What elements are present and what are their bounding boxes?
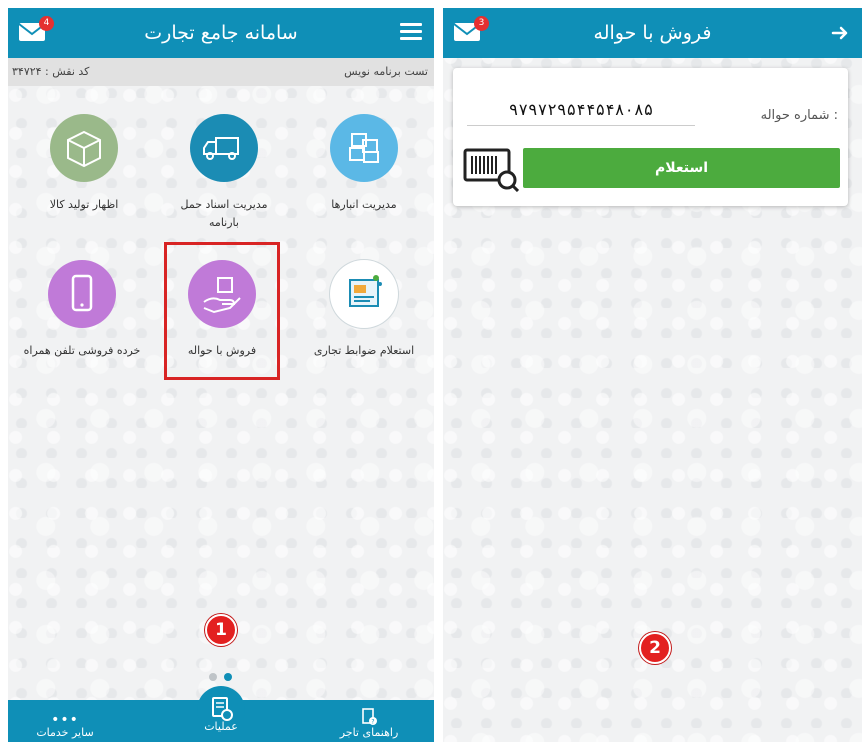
tile-warehouses[interactable]: مدیریت انبارها [304,114,424,214]
bottom-nav: ••• سایر خدمات عملیات ? راهنمای تاجر [8,686,434,742]
nav-label: عملیات [204,720,238,733]
tile-label: مدیریت انبارها [331,198,397,211]
more-dots-icon: ••• [51,712,79,728]
page-dot [209,673,217,681]
page-dot-active [224,673,233,681]
tile-label: خرده فروشی تلفن همراه [23,344,141,357]
mail-badge: 4 [39,16,54,31]
nav-merchant-guide[interactable]: ? راهنمای تاجر [324,708,414,739]
tile-shipping-docs[interactable]: مدیریت اسناد حمل بارنامه [164,114,284,232]
guide-icon: ? [324,708,414,726]
sale-title: فروش با حواله [593,22,712,44]
mobile-phone-icon [48,260,116,328]
step-badge-1: 1 [205,614,237,646]
remittance-card: شماره حواله : استعلام [453,68,848,206]
selected-tile-highlight [164,242,280,380]
barcode-scan-icon[interactable] [463,148,520,193]
step-badge-2: 2 [639,632,671,664]
nav-operations[interactable]: عملیات [176,720,266,739]
tile-production[interactable]: اظهار تولید کالا [24,114,144,214]
remittance-number-label: شماره حواله : [760,108,838,123]
role-code: کد نقش : ۳۴۷۲۴ [12,65,90,78]
mail-badge: 3 [474,16,489,31]
sale-header: فروش با حواله 3 [443,8,862,58]
package-icon [50,114,118,182]
tile-label: استعلام ضوابط تجاری [313,344,415,357]
back-arrow-icon[interactable] [830,23,850,43]
home-header: سامانه جامع تجارت 4 [8,8,434,58]
boxes-icon [330,114,398,182]
user-name: تست برنامه نویس [344,65,428,78]
tile-mobile-retail[interactable]: خرده فروشی تلفن همراه [22,260,142,360]
home-screen: سامانه جامع تجارت 4 تست برنامه نویس کد ن… [8,8,434,742]
remittance-number-input[interactable] [467,94,695,126]
menu-icon[interactable] [400,23,422,41]
nav-label: سایر خدمات [36,726,94,739]
tile-trade-rules[interactable]: استعلام ضوابط تجاری [304,260,424,360]
inquire-button[interactable]: استعلام [523,148,840,188]
tile-label: مدیریت اسناد حمل بارنامه [180,198,268,229]
tile-label: اظهار تولید کالا [49,198,119,211]
document-search-icon [330,260,398,328]
svg-text:?: ? [371,719,374,726]
sale-screen: فروش با حواله 3 شماره حواله : استعلام 2 [443,8,862,742]
user-info-bar: تست برنامه نویس کد نقش : ۳۴۷۲۴ [8,58,434,86]
nav-other-services[interactable]: ••• سایر خدمات [20,712,110,739]
home-title: سامانه جامع تجارت [144,22,298,44]
page-indicator [208,666,233,685]
truck-icon [190,114,258,182]
nav-label: راهنمای تاجر [339,726,399,739]
